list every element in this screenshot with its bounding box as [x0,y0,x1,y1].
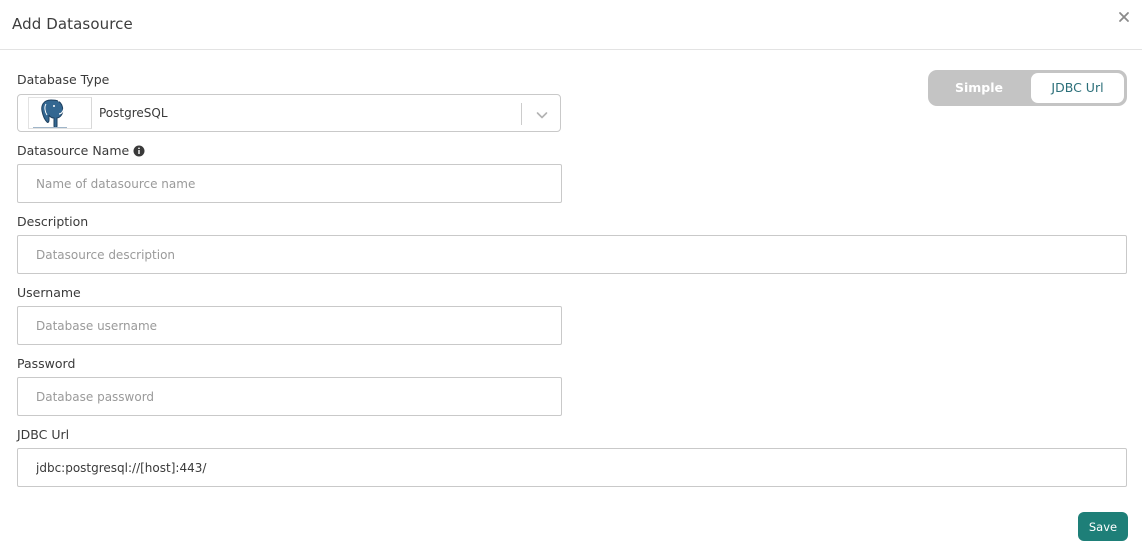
close-button[interactable] [1118,11,1132,25]
datasource-name-label-text: Datasource Name [17,143,130,158]
info-icon[interactable] [133,145,145,160]
database-type-select[interactable]: PostgreSQL [17,94,561,132]
modal-header: Add Datasource [0,0,1142,50]
modal-title: Add Datasource [12,15,133,33]
datasource-name-input[interactable] [17,164,562,203]
database-type-label: Database Type [17,72,110,87]
mode-toggle: Simple JDBC Url [928,70,1127,106]
postgresql-elephant-icon [33,99,67,128]
jdbc-url-input[interactable] [17,448,1127,487]
username-label: Username [17,285,81,300]
mode-option-simple[interactable]: Simple [931,73,1027,103]
save-button[interactable]: Save [1078,512,1128,541]
postgresql-logo [28,97,92,129]
select-separator [521,103,522,125]
password-label: Password [17,356,76,371]
chevron-down-icon[interactable] [535,107,549,126]
description-input[interactable] [17,235,1127,274]
username-input[interactable] [17,306,562,345]
description-label: Description [17,214,89,229]
datasource-name-label: Datasource Name [17,143,145,160]
close-icon [1119,12,1129,22]
database-type-value: PostgreSQL [99,106,168,120]
jdbc-url-label: JDBC Url [17,427,70,442]
mode-option-jdbc-url[interactable]: JDBC Url [1031,73,1124,103]
password-input[interactable] [17,377,562,416]
